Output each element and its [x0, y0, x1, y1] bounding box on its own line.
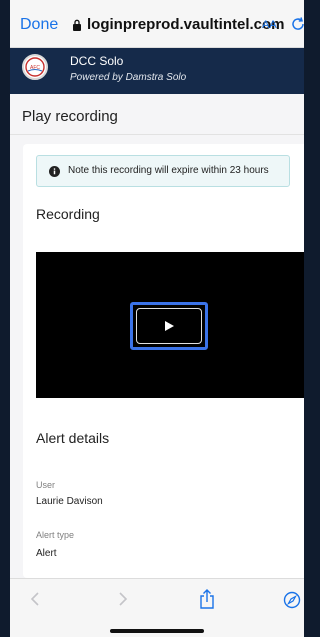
expiry-notice: Note this recording will expire within 2…	[36, 155, 290, 187]
divider	[10, 134, 304, 135]
url-text: loginpreprod.vaultintel.com	[87, 16, 285, 33]
play-button[interactable]	[130, 302, 208, 350]
info-icon	[49, 166, 60, 177]
app-name: DCC Solo	[70, 54, 124, 68]
address-bar[interactable]: loginpreprod.vaultintel.com	[72, 16, 285, 33]
play-button-face[interactable]	[136, 308, 202, 344]
app-frame: Done loginpreprod.vaultintel.com AA AFC …	[10, 0, 304, 637]
reload-icon[interactable]	[290, 16, 304, 32]
browser-top-bar: Done loginpreprod.vaultintel.com AA	[10, 0, 304, 48]
done-button[interactable]: Done	[20, 16, 58, 34]
alert-type-value: Alert	[36, 548, 57, 559]
user-label: User	[36, 480, 56, 490]
play-icon	[165, 321, 174, 331]
recording-heading: Recording	[36, 206, 100, 222]
home-indicator	[110, 629, 204, 633]
user-value: Laurie Davison	[36, 496, 103, 507]
alert-type-label: Alert type	[36, 530, 75, 540]
app-logo-mark: AFC	[25, 57, 45, 77]
forward-icon[interactable]	[114, 591, 130, 607]
text-size-button[interactable]: AA	[262, 19, 277, 31]
page-title: Play recording	[22, 108, 118, 125]
compass-icon[interactable]	[283, 591, 301, 609]
back-icon[interactable]	[28, 591, 44, 607]
browser-bottom-bar	[10, 578, 304, 637]
app-logo: AFC	[22, 54, 48, 80]
recording-card: Note this recording will expire within 2…	[23, 144, 304, 578]
app-subtitle: Powered by Damstra Solo	[70, 72, 187, 83]
share-icon[interactable]	[198, 589, 216, 609]
notice-text: Note this recording will expire within 2…	[68, 165, 269, 176]
app-header: AFC DCC Solo Powered by Damstra Solo	[10, 48, 304, 94]
alert-details-heading: Alert details	[36, 430, 110, 446]
video-player[interactable]	[36, 252, 304, 398]
lock-icon	[73, 19, 81, 31]
